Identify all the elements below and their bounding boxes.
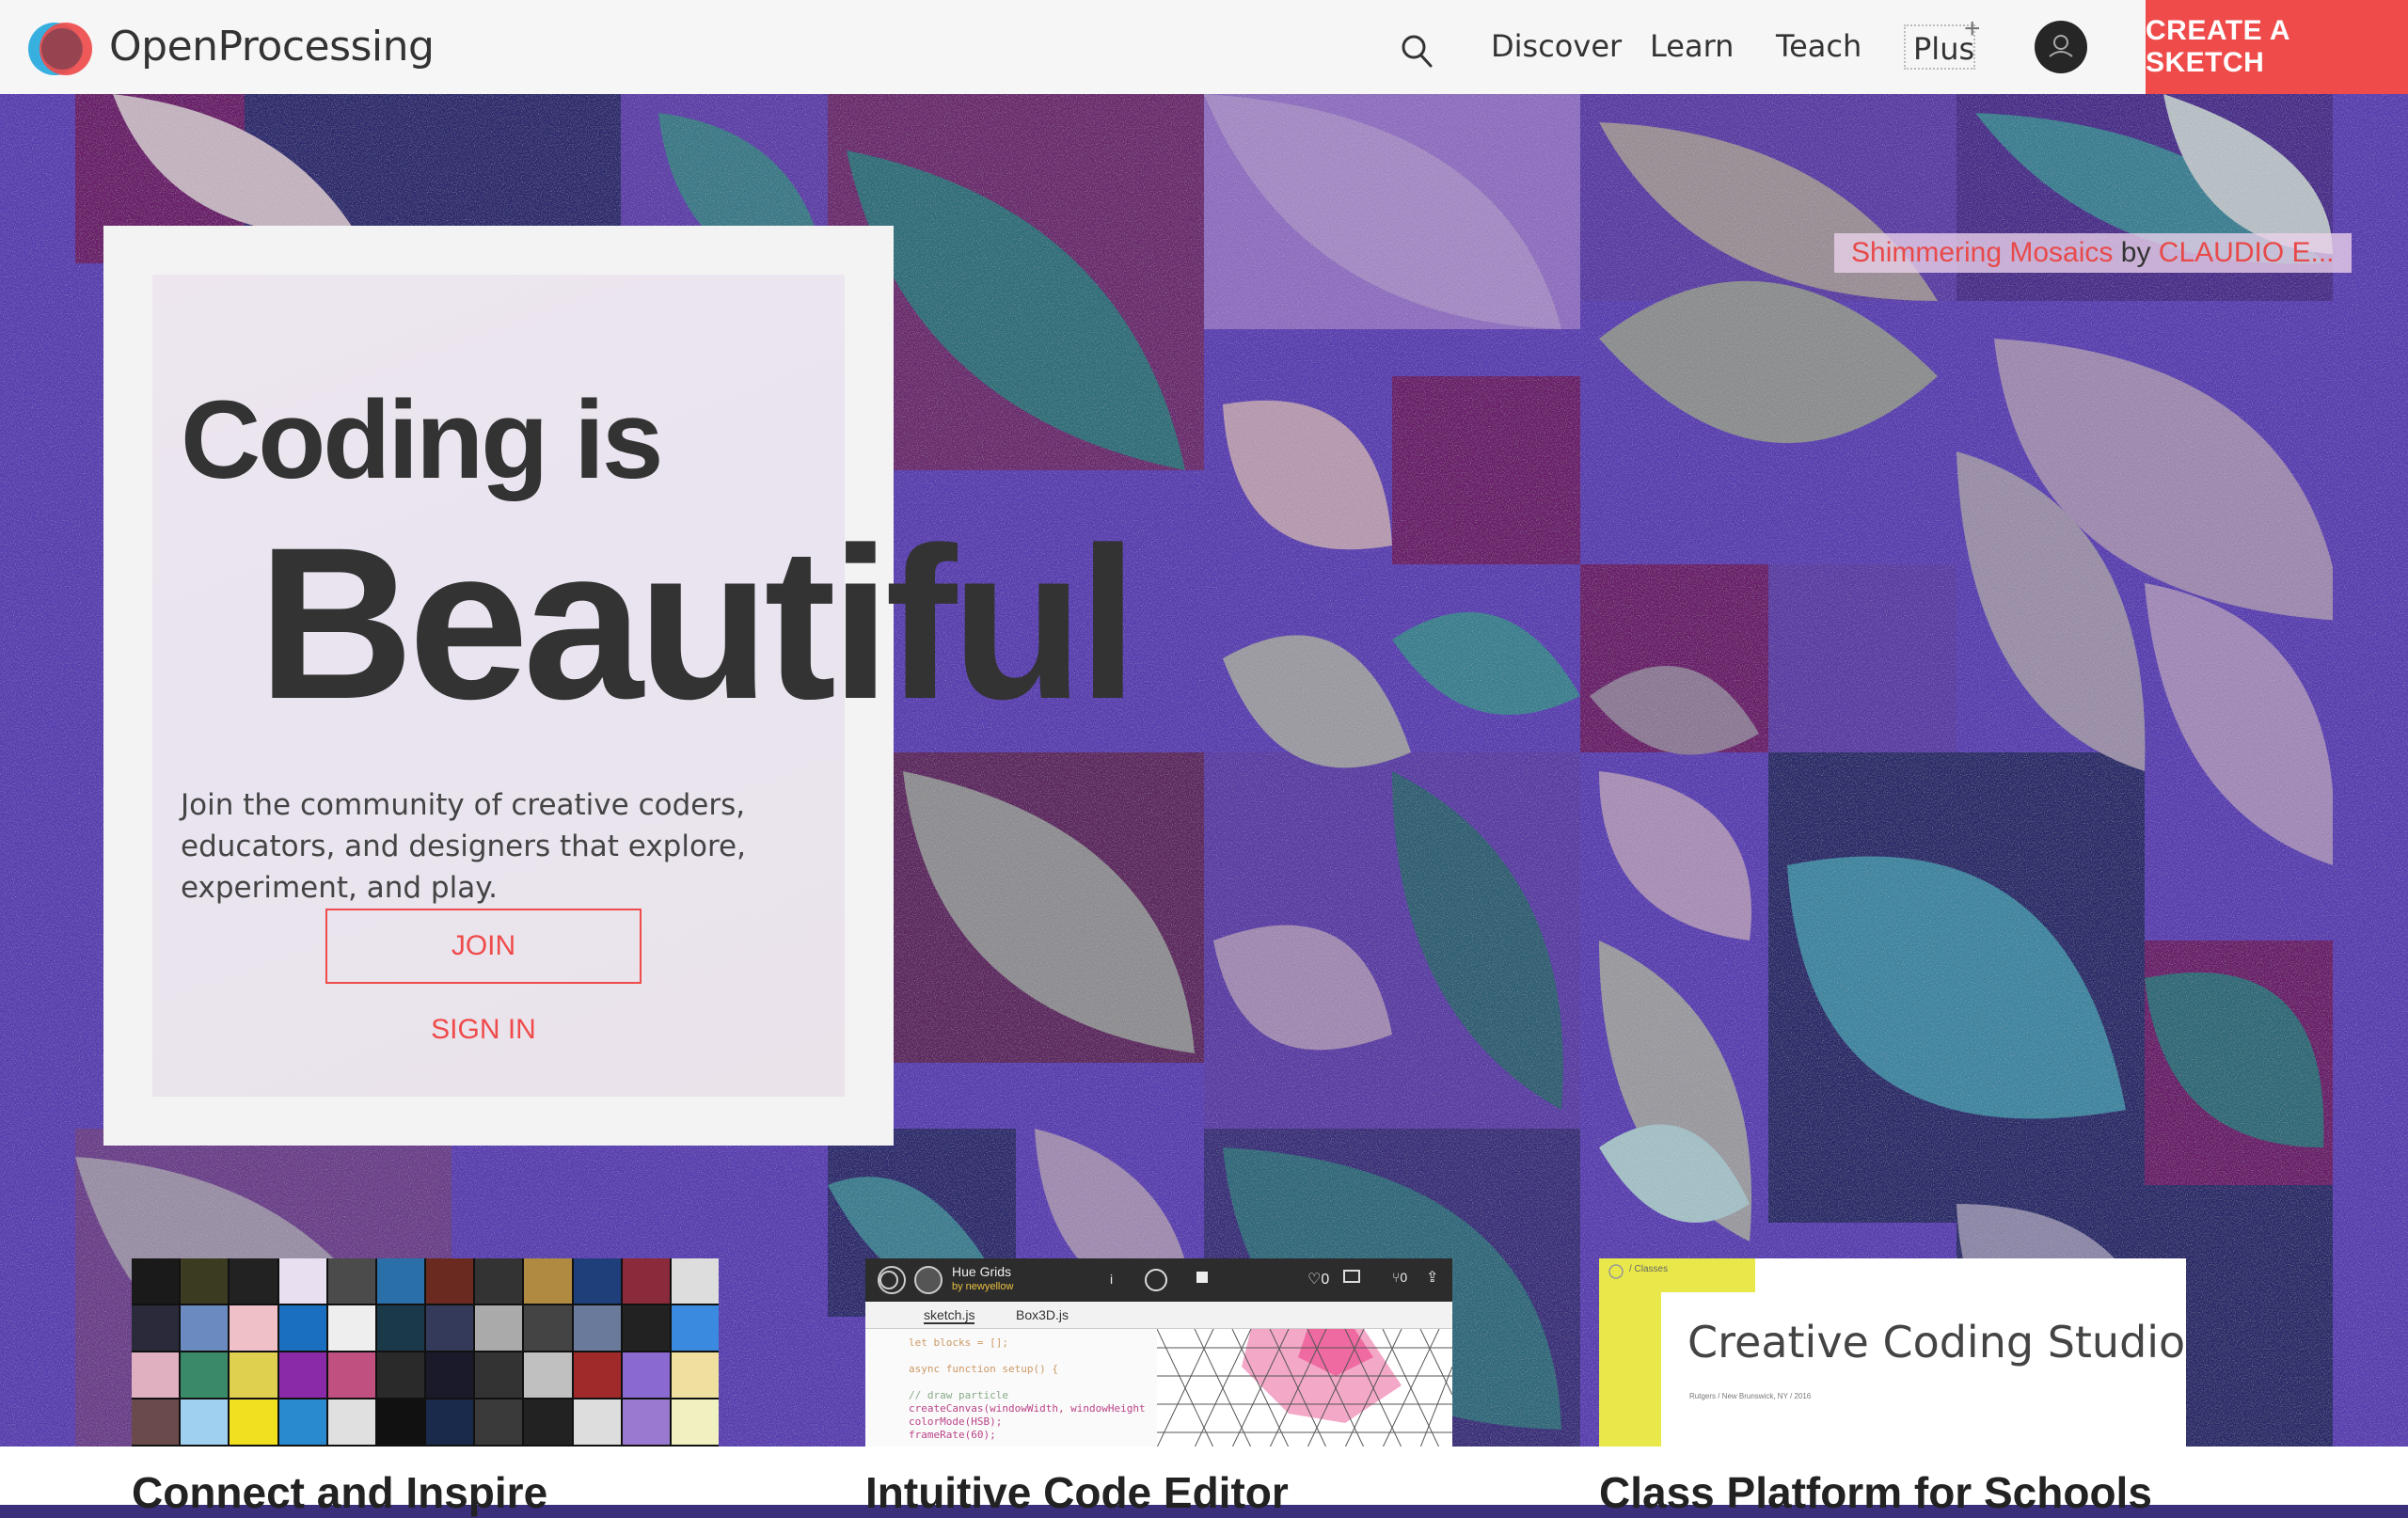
editor-sketch-name: Hue Grids: [952, 1264, 1012, 1279]
sketch-author-link[interactable]: CLAUDIO E...: [2159, 237, 2335, 268]
logo-text[interactable]: OpenProcessing: [109, 23, 435, 71]
code-editor-body[interactable]: let blocks = []; async function setup() …: [865, 1329, 1452, 1447]
code-panel[interactable]: let blocks = []; async function setup() …: [865, 1329, 1157, 1447]
class-header-panel: [1661, 1292, 2169, 1447]
plus-mark: +: [1964, 13, 1981, 44]
class-subtitle: Rutgers / New Brunswick, NY / 2016: [1689, 1392, 1812, 1400]
feature-title-classroom: Class Platform for Schools: [1599, 1468, 2152, 1517]
attribution-by: by: [2120, 237, 2151, 268]
hero-tagline: Join the community of creative coders, e…: [181, 788, 746, 905]
comment-icon[interactable]: [1343, 1270, 1360, 1283]
search-icon[interactable]: [1400, 32, 1434, 70]
feature-connect-preview[interactable]: [132, 1258, 719, 1447]
user-avatar-icon[interactable]: [2035, 21, 2087, 73]
nav-discover[interactable]: Discover: [1491, 28, 1622, 64]
create-sketch-button[interactable]: CREATE A SKETCH: [2146, 0, 2408, 94]
sketch-thumbnail-grid: [132, 1258, 719, 1445]
editor-tab-bar: sketch.js Box3D.js: [865, 1302, 1452, 1329]
like-icon[interactable]: ♡0: [1307, 1270, 1329, 1289]
sketch-title-link[interactable]: Shimmering Mosaics: [1851, 237, 2113, 268]
code-line: colorMode(HSB);: [909, 1415, 1003, 1428]
editor-toolbar: Hue Grids by newyellow i ♡0 ⑂0 ⇪: [865, 1258, 1452, 1302]
feature-classroom-preview[interactable]: / Classes Creative Coding Studio Rutgers…: [1599, 1258, 2186, 1447]
class-breadcrumb[interactable]: / Classes: [1629, 1264, 1668, 1274]
tab-sketch-js[interactable]: sketch.js: [924, 1307, 975, 1324]
code-line: frameRate(60);: [909, 1429, 996, 1441]
code-line: let blocks = [];: [909, 1336, 1008, 1349]
nav-teach[interactable]: Teach: [1776, 28, 1861, 64]
code-line: createCanvas(windowWidth, windowHeight: [909, 1402, 1146, 1415]
tab-box3d-js[interactable]: Box3D.js: [1016, 1307, 1069, 1322]
top-nav-bar: OpenProcessing Discover Learn Teach Plus…: [0, 0, 2408, 94]
sketch-logo-icon: [878, 1266, 906, 1294]
code-line: // draw particle: [909, 1389, 1008, 1401]
feature-editor-preview[interactable]: Hue Grids by newyellow i ♡0 ⑂0 ⇪ sketch.…: [865, 1258, 1452, 1447]
sign-in-link[interactable]: SIGN IN: [325, 1014, 642, 1046]
code-line: async function setup() {: [909, 1363, 1058, 1375]
sketch-preview-canvas: [1157, 1329, 1452, 1447]
sketch-attribution: Shimmering Mosaics by CLAUDIO E...: [1834, 233, 2352, 273]
info-icon[interactable]: i: [1110, 1272, 1113, 1287]
nav-learn[interactable]: Learn: [1650, 28, 1734, 64]
editor-sketch-author: by newyellow: [952, 1281, 1014, 1292]
fork-icon[interactable]: ⑂0: [1392, 1270, 1407, 1285]
restart-icon[interactable]: [1142, 1266, 1170, 1294]
openprocessing-logo-icon[interactable]: [26, 21, 96, 77]
feature-title-connect: Connect and Inspire: [132, 1468, 548, 1517]
hero-headline-line-1: Coding is: [181, 378, 664, 502]
stop-icon[interactable]: [1196, 1272, 1208, 1283]
author-avatar-icon: [914, 1266, 943, 1294]
share-icon[interactable]: ⇪: [1426, 1268, 1438, 1287]
class-title: Creative Coding Studio: [1687, 1317, 2186, 1368]
feature-title-editor: Intuitive Code Editor: [865, 1468, 1289, 1517]
class-logo-icon: [1608, 1264, 1624, 1279]
hero-headline-line-2: Beautiful: [258, 502, 1138, 744]
join-button[interactable]: JOIN: [325, 909, 642, 984]
